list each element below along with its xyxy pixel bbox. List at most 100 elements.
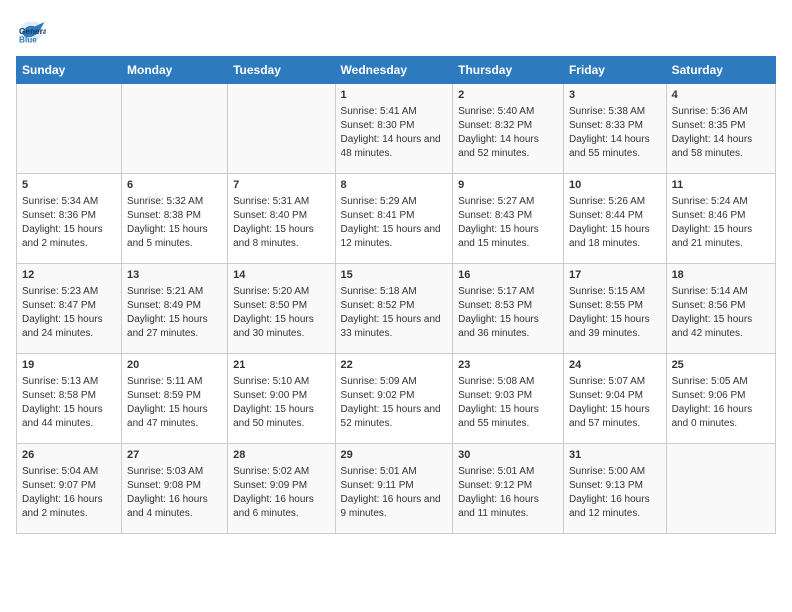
sunrise-info: Sunrise: 5:13 AM <box>22 375 116 389</box>
sunrise-info: Sunrise: 5:27 AM <box>458 195 558 209</box>
daylight-hours: Daylight: 15 hours and 2 minutes. <box>22 223 116 251</box>
sunset-info: Sunset: 8:50 PM <box>233 299 329 313</box>
sunset-info: Sunset: 9:12 PM <box>458 479 558 493</box>
week-row-4: 19 Sunrise: 5:13 AMSunset: 8:58 PM Dayligh… <box>17 354 776 444</box>
day-number: 30 <box>458 448 558 463</box>
day-cell: 2Sunrise: 5:40 AMSunset: 8:32 PMDaylight… <box>453 84 564 174</box>
sunrise-info: Sunrise: 5:10 AM <box>233 375 329 389</box>
sunset-info: Sunset: 8:32 PM <box>458 119 558 133</box>
day-number: 25 <box>672 358 770 373</box>
sunrise-info: Sunrise: 5:09 AM <box>341 375 448 389</box>
day-number: 15 <box>341 268 448 283</box>
week-row-5: 26Sunrise: 5:04 AMSunset: 9:07 PMDayligh… <box>17 444 776 534</box>
day-cell: 28Sunrise: 5:02 AMSunset: 9:09 PMDayligh… <box>228 444 335 534</box>
daylight-hours: Daylight: 15 hours and 5 minutes. <box>127 223 222 251</box>
sunrise-info: Sunrise: 5:11 AM <box>127 375 222 389</box>
day-number: 19 <box>22 358 116 373</box>
sunrise-info: Sunrise: 5:36 AM <box>672 105 770 119</box>
day-number: 29 <box>341 448 448 463</box>
sunset-info: Sunset: 8:36 PM <box>22 209 116 223</box>
day-cell: 4Sunrise: 5:36 AMSunset: 8:35 PMDaylight… <box>666 84 775 174</box>
col-header-tuesday: Tuesday <box>228 57 335 84</box>
day-number: 26 <box>22 448 116 463</box>
sunrise-info: Sunrise: 5:38 AM <box>569 105 661 119</box>
day-cell: 26Sunrise: 5:04 AMSunset: 9:07 PMDayligh… <box>17 444 122 534</box>
daylight-hours: Daylight: 15 hours and 50 minutes. <box>233 403 329 431</box>
sunset-info: Sunset: 8:41 PM <box>341 209 448 223</box>
sunset-info: Sunset: 9:09 PM <box>233 479 329 493</box>
sunrise-info: Sunrise: 5:02 AM <box>233 465 329 479</box>
sunrise-info: Sunrise: 5:34 AM <box>22 195 116 209</box>
daylight-hours: Daylight: 14 hours and 55 minutes. <box>569 133 661 161</box>
svg-text:Blue: Blue <box>19 35 37 44</box>
day-number: 6 <box>127 178 222 193</box>
day-number: 12 <box>22 268 116 283</box>
logo-icon: General Blue <box>16 16 46 46</box>
day-cell <box>17 84 122 174</box>
daylight-hours: Daylight: 16 hours and 4 minutes. <box>127 493 222 521</box>
sunrise-info: Sunrise: 5:26 AM <box>569 195 661 209</box>
daylight-hours: Daylight: 15 hours and 57 minutes. <box>569 403 661 431</box>
day-number: 13 <box>127 268 222 283</box>
day-cell: 22Sunrise: 5:09 AMSunset: 9:02 PMDayligh… <box>335 354 453 444</box>
day-cell: 7Sunrise: 5:31 AMSunset: 8:40 PMDaylight… <box>228 174 335 264</box>
sunrise-info: Sunrise: 5:05 AM <box>672 375 770 389</box>
daylight-hours: Daylight: 15 hours and 27 minutes. <box>127 313 222 341</box>
daylight-hours: Daylight: 14 hours and 48 minutes. <box>341 133 448 161</box>
day-cell <box>228 84 335 174</box>
day-number: 28 <box>233 448 329 463</box>
day-cell: 31Sunrise: 5:00 AMSunset: 9:13 PMDayligh… <box>563 444 666 534</box>
logo: General Blue <box>16 16 50 46</box>
sunset-info: Sunset: 8:46 PM <box>672 209 770 223</box>
sunrise-info: Sunrise: 5:15 AM <box>569 285 661 299</box>
daylight-hours: Daylight: 15 hours and 33 minutes. <box>341 313 448 341</box>
sunset-info: Sunset: 8:52 PM <box>341 299 448 313</box>
day-cell: 1Sunrise: 5:41 AMSunset: 8:30 PMDaylight… <box>335 84 453 174</box>
day-number: 11 <box>672 178 770 193</box>
sunset-info: Sunset: 8:55 PM <box>569 299 661 313</box>
col-header-friday: Friday <box>563 57 666 84</box>
sunset-info: Sunset: 8:58 PM <box>22 389 116 403</box>
day-cell: 27Sunrise: 5:03 AMSunset: 9:08 PMDayligh… <box>122 444 228 534</box>
day-number: 4 <box>672 88 770 103</box>
sunset-info: Sunset: 9:02 PM <box>341 389 448 403</box>
daylight-hours: Daylight: 15 hours and 24 minutes. <box>22 313 116 341</box>
sunrise-info: Sunrise: 5:41 AM <box>341 105 448 119</box>
day-cell: 23Sunrise: 5:08 AMSunset: 9:03 PMDayligh… <box>453 354 564 444</box>
col-header-monday: Monday <box>122 57 228 84</box>
day-number: 5 <box>22 178 116 193</box>
sunset-info: Sunset: 8:53 PM <box>458 299 558 313</box>
day-cell: 29Sunrise: 5:01 AMSunset: 9:11 PMDayligh… <box>335 444 453 534</box>
day-number: 14 <box>233 268 329 283</box>
day-number: 31 <box>569 448 661 463</box>
day-number: 8 <box>341 178 448 193</box>
daylight-hours: Daylight: 15 hours and 21 minutes. <box>672 223 770 251</box>
daylight-hours: Daylight: 16 hours and 9 minutes. <box>341 493 448 521</box>
daylight-hours: Daylight: 16 hours and 11 minutes. <box>458 493 558 521</box>
daylight-hours: Daylight: 15 hours and 30 minutes. <box>233 313 329 341</box>
sunrise-info: Sunrise: 5:07 AM <box>569 375 661 389</box>
daylight-hours: Daylight: 15 hours and 55 minutes. <box>458 403 558 431</box>
day-number: 17 <box>569 268 661 283</box>
daylight-hours: Daylight: 16 hours and 12 minutes. <box>569 493 661 521</box>
day-cell: 14Sunrise: 5:20 AMSunset: 8:50 PMDayligh… <box>228 264 335 354</box>
sunrise-info: Sunrise: 5:18 AM <box>341 285 448 299</box>
day-cell: 20Sunrise: 5:11 AMSunset: 8:59 PMDayligh… <box>122 354 228 444</box>
day-cell: 24Sunrise: 5:07 AMSunset: 9:04 PMDayligh… <box>563 354 666 444</box>
day-cell: 16Sunrise: 5:17 AMSunset: 8:53 PMDayligh… <box>453 264 564 354</box>
day-number: 1 <box>341 88 448 103</box>
day-cell: 9Sunrise: 5:27 AMSunset: 8:43 PMDaylight… <box>453 174 564 264</box>
day-cell: 5 Sunrise: 5:34 AMSunset: 8:36 PMDaylight… <box>17 174 122 264</box>
sunrise-info: Sunrise: 5:32 AM <box>127 195 222 209</box>
day-cell: 30Sunrise: 5:01 AMSunset: 9:12 PMDayligh… <box>453 444 564 534</box>
sunrise-info: Sunrise: 5:00 AM <box>569 465 661 479</box>
day-number: 2 <box>458 88 558 103</box>
day-cell: 12Sunrise: 5:23 AMSunset: 8:47 PMDayligh… <box>17 264 122 354</box>
sunset-info: Sunset: 9:03 PM <box>458 389 558 403</box>
sunset-info: Sunset: 8:38 PM <box>127 209 222 223</box>
day-number: 16 <box>458 268 558 283</box>
daylight-hours: Daylight: 14 hours and 52 minutes. <box>458 133 558 161</box>
sunset-info: Sunset: 8:35 PM <box>672 119 770 133</box>
daylight-hours: Daylight: 15 hours and 12 minutes. <box>341 223 448 251</box>
daylight-hours: Daylight: 15 hours and 42 minutes. <box>672 313 770 341</box>
